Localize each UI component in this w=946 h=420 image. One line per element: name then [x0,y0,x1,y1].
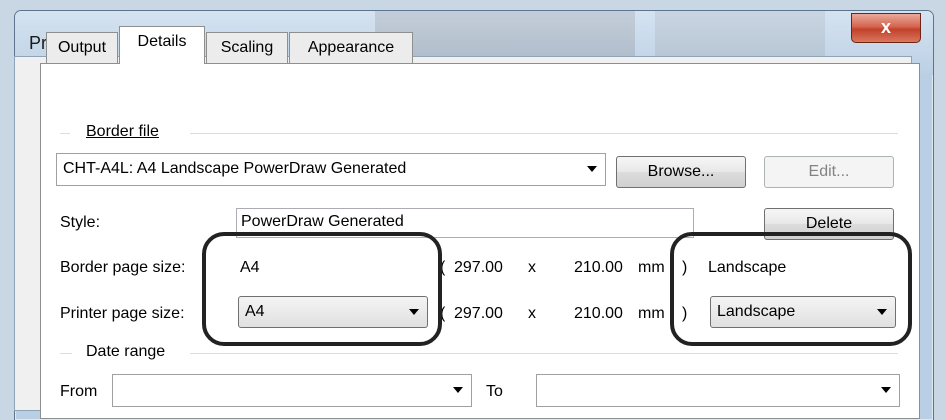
edit-button[interactable]: Edit... [764,156,894,188]
group-divider [60,353,72,354]
close-icon: x [880,17,891,37]
border-page-height: 210.00 [574,259,623,276]
printer-unit: mm [638,305,665,322]
browse-button[interactable]: Browse... [616,156,746,188]
group-divider [190,133,898,134]
tab-output[interactable]: Output [46,32,118,63]
highlight-orientation-box [670,232,912,346]
border-file-group-label: Border file [86,123,159,140]
printer-page-height: 210.00 [574,305,623,322]
style-label: Style: [60,214,101,231]
border-file-dropdown[interactable]: CHT-A4L: A4 Landscape PowerDraw Generate… [56,153,606,186]
to-label: To [486,383,503,400]
highlight-page-size-box [202,232,442,346]
close-button[interactable]: x [851,13,921,43]
printer-page-width: 297.00 [454,305,503,322]
group-divider [60,133,70,134]
chevron-down-icon [587,166,597,172]
border-page-size-label: Border page size: [60,259,186,276]
printer-times: x [528,305,536,322]
tab-details[interactable]: Details [119,26,205,64]
to-date-dropdown[interactable] [536,374,900,407]
printer-page-size-label: Printer page size: [60,305,185,322]
border-unit: mm [638,259,665,276]
chevron-down-icon [881,387,891,393]
date-range-group-label: Date range [86,343,166,360]
tab-scaling[interactable]: Scaling [206,32,288,63]
from-label: From [60,383,98,400]
group-divider [190,353,898,354]
border-times: x [528,259,536,276]
border-page-width: 297.00 [454,259,503,276]
border-file-value: CHT-A4L: A4 Landscape PowerDraw Generate… [63,160,407,177]
tab-appearance[interactable]: Appearance [289,32,413,63]
chevron-down-icon [453,387,463,393]
from-date-dropdown[interactable] [112,374,472,407]
